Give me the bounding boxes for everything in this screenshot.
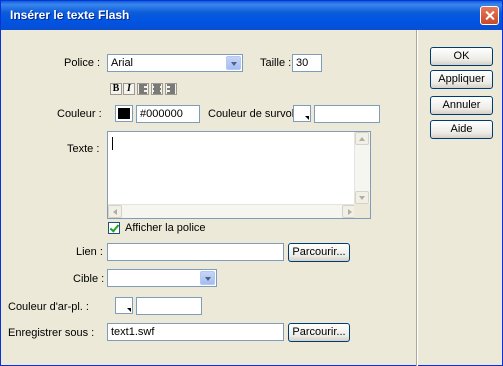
font-label: Police :: [64, 57, 101, 69]
size-input[interactable]: 30: [292, 54, 322, 72]
hover-color-swatch-button[interactable]: [293, 105, 311, 122]
color-swatch-button[interactable]: [115, 105, 133, 122]
ok-button[interactable]: OK: [430, 47, 493, 66]
size-label: Taille :: [260, 57, 292, 69]
horizontal-scrollbar[interactable]: [108, 204, 356, 218]
hover-color-label: Couleur de survol :: [208, 108, 301, 120]
dialog-window: Insérer le texte Flash Police : Arial Ta…: [0, 0, 503, 366]
link-label: Lien :: [76, 246, 103, 258]
scroll-left-icon[interactable]: [108, 205, 122, 218]
scroll-up-icon[interactable]: [355, 132, 369, 145]
show-font-label: Afficher la police: [125, 222, 206, 234]
color-label: Couleur :: [57, 108, 102, 120]
link-browse-button[interactable]: Parcourir...: [288, 243, 350, 262]
bg-color-swatch-button[interactable]: [115, 297, 133, 314]
font-select-value: Arial: [111, 57, 134, 69]
show-font-checkbox[interactable]: [108, 222, 120, 234]
save-as-input[interactable]: text1.swf: [107, 323, 284, 341]
window-title: Insérer le texte Flash: [10, 8, 130, 22]
align-center-icon: [153, 84, 161, 94]
italic-button[interactable]: I: [123, 83, 135, 95]
target-select[interactable]: [107, 269, 217, 287]
title-bar: Insérer le texte Flash: [1, 1, 502, 30]
help-button[interactable]: Aide: [430, 120, 493, 139]
align-right-button[interactable]: [165, 83, 177, 95]
scroll-down-icon[interactable]: [355, 191, 369, 204]
save-as-label: Enregistrer sous :: [8, 327, 95, 339]
swatch-dropdown-icon: [305, 116, 309, 120]
text-label: Texte :: [67, 143, 100, 155]
save-as-browse-button[interactable]: Parcourir...: [288, 323, 350, 342]
vertical-divider: [416, 30, 418, 366]
align-right-icon: [167, 84, 175, 94]
link-input[interactable]: [107, 243, 284, 261]
cancel-button[interactable]: Annuler: [430, 96, 493, 115]
text-area[interactable]: [107, 131, 371, 219]
bold-button[interactable]: B: [110, 83, 122, 95]
bg-color-label: Couleur d'ar-pl. :: [8, 301, 89, 313]
swatch-dropdown-icon: [127, 308, 131, 312]
font-select[interactable]: Arial: [107, 54, 243, 72]
close-icon[interactable]: [480, 6, 499, 25]
color-swatch-fill: [118, 108, 130, 119]
hover-color-input[interactable]: [314, 105, 380, 123]
align-left-icon: [139, 84, 147, 94]
align-left-button[interactable]: [137, 83, 149, 95]
color-input[interactable]: #000000: [136, 105, 200, 123]
text-caret: [112, 137, 113, 150]
vertical-scrollbar[interactable]: [354, 132, 370, 204]
apply-button[interactable]: Appliquer: [430, 70, 493, 89]
bg-color-input[interactable]: [136, 297, 202, 315]
scrollbar-corner: [354, 204, 370, 218]
target-label: Cible :: [73, 273, 105, 285]
chevron-down-icon[interactable]: [200, 271, 215, 285]
chevron-down-icon[interactable]: [226, 56, 241, 70]
align-center-button[interactable]: [151, 83, 163, 95]
